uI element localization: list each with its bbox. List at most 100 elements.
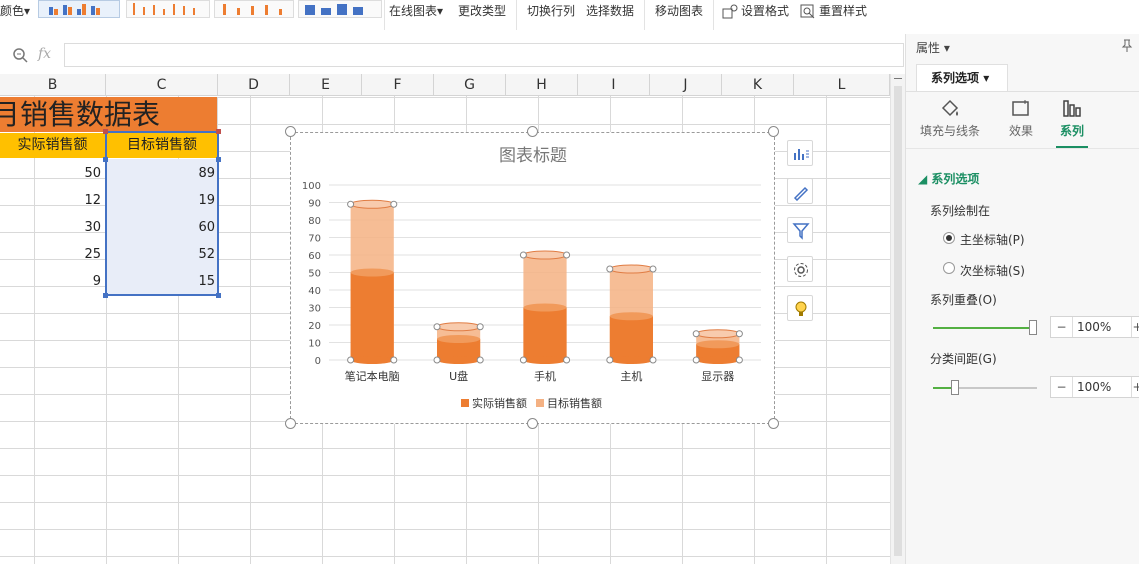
reset-style-button[interactable]: 重置样式 [800,2,867,20]
header-actual-sales[interactable]: 实际销售额 [0,133,105,158]
properties-panel: 属性 ▾ 系列选项 ▾ 填充与线条 效果 系列 ◢ 系列选项 系列绘制在 主坐标… [905,34,1139,564]
chart-filter-button[interactable] [787,217,813,243]
chart-settings-button[interactable] [787,256,813,282]
column-header[interactable]: F [362,74,434,96]
tab-effects[interactable]: 效果 [998,98,1044,139]
series-options-section[interactable]: ◢ 系列选项 [918,170,979,187]
online-chart-button[interactable]: 在线图表▾ [389,2,443,20]
overlap-decrement-button[interactable]: − [1051,317,1073,337]
resize-handle[interactable] [285,126,296,137]
resize-handle[interactable] [285,418,296,429]
secondary-axis-label[interactable]: 次坐标轴(S) [960,262,1025,279]
tab-series[interactable]: 系列 [1052,98,1092,139]
x-category-label: 显示器 [701,370,734,383]
actual-bar-top [696,340,740,349]
actual-sales-cell[interactable]: 30 [0,214,103,241]
target-sales-cell[interactable]: 52 [107,241,217,268]
chart-elements-icon [794,149,809,160]
overlap-spinner[interactable]: − 100% + [1050,316,1139,338]
actual-bar [350,272,394,360]
y-tick-label: 30 [308,304,321,315]
chart-style-thumb-2[interactable] [126,0,210,18]
gap-width-value[interactable]: 100% [1077,377,1111,397]
fx-label[interactable]: fx [38,46,51,62]
primary-axis-radio[interactable] [943,232,955,244]
format-icon [722,4,738,18]
table-title: 月销售数据表 [0,98,161,131]
overlap-slider[interactable] [933,320,1037,335]
chart-style-thumb-4[interactable] [298,0,382,18]
panel-divider [906,91,1139,92]
series-handle [433,356,441,364]
move-chart-button[interactable]: 移动图表 [655,2,703,20]
series-options-tab[interactable]: 系列选项 ▾ [916,64,1008,91]
column-header[interactable]: J [650,74,722,96]
chart-area[interactable]: 图表标题 0 10 20 30 40 50 60 70 80 90 100 笔记本电脑 U盘 手机 主机 显示器… [290,132,775,424]
target-sales-cell[interactable]: 15 [107,268,217,295]
actual-sales-cell[interactable]: 25 [0,241,103,268]
overlap-slider-knob[interactable] [1029,320,1037,335]
resize-handle[interactable] [527,418,538,429]
pin-icon[interactable] [1120,39,1134,53]
x-category-label: 笔记本电脑 [345,369,400,383]
series-handle [390,356,398,364]
online-chart-label: 在线图表 [389,4,438,18]
y-tick-label: 0 [315,356,321,367]
actual-sales-cell[interactable]: 12 [0,187,103,214]
column-header[interactable]: K [722,74,794,96]
secondary-axis-radio[interactable] [943,262,955,274]
primary-axis-label[interactable]: 主坐标轴(P) [960,231,1025,248]
gap-width-decrement-button[interactable]: − [1051,377,1073,397]
select-data-button[interactable]: 选择数据 [586,2,634,20]
formula-input[interactable] [64,43,904,67]
resize-handle[interactable] [768,418,779,429]
column-header[interactable]: G [434,74,506,96]
switch-row-col-button[interactable]: 切换行列 [527,2,575,20]
actual-bar-top [609,312,653,321]
color-dropdown[interactable]: 颜色▾ [0,2,30,20]
column-header[interactable]: I [578,74,650,96]
series-handle [347,200,355,208]
chart-style-thumb-3[interactable] [214,0,294,18]
y-tick-label: 80 [308,216,321,227]
chart-elements-button[interactable] [787,140,813,166]
column-header[interactable]: E [290,74,362,96]
gap-width-spinner[interactable]: − 100% + [1050,376,1139,398]
change-type-button[interactable]: 更改类型 [458,2,506,20]
column-header[interactable]: B [0,74,106,96]
cylinder-chart[interactable]: 图表标题 0 10 20 30 40 50 60 70 80 90 100 笔记本电脑 U盘 手机 主机 显示器… [291,133,776,425]
actual-sales-cell[interactable]: 50 [0,160,103,187]
vertical-scrollbar[interactable] [890,74,905,564]
target-sales-cell[interactable]: 60 [107,214,217,241]
column-header[interactable]: H [506,74,578,96]
bar-base [350,356,394,364]
target-sales-cell[interactable]: 19 [107,187,217,214]
actual-sales-cell[interactable]: 9 [0,268,103,295]
resize-handle[interactable] [527,126,538,137]
set-format-button[interactable]: 设置格式 [722,2,789,20]
range-handle[interactable] [216,129,221,134]
target-sales-cell[interactable]: 89 [107,160,217,187]
target-bar-top [350,199,395,209]
actual-bar [609,316,653,360]
chart-idea-button[interactable] [787,295,813,321]
column-header[interactable]: L [794,74,890,96]
resize-handle[interactable] [768,126,779,137]
panel-title[interactable]: 属性 ▾ [916,39,950,56]
chart-style-button[interactable] [787,178,813,204]
reset-style-icon [800,4,815,18]
gap-width-slider[interactable] [933,380,1037,395]
column-header[interactable]: C [106,74,218,96]
table-title-cell[interactable]: 月销售数据表 [0,97,218,132]
overlap-increment-button[interactable]: + [1131,317,1139,337]
gap-width-slider-knob[interactable] [951,380,959,395]
toolbar-divider [644,0,645,30]
gap-width-increment-button[interactable]: + [1131,377,1139,397]
series-options-tab-label: 系列选项 [931,71,980,85]
overlap-value[interactable]: 100% [1077,317,1111,337]
column-header[interactable]: D [218,74,290,96]
range-handle[interactable] [103,129,108,134]
chart-style-thumb-1[interactable] [38,0,120,18]
zoom-icon[interactable] [12,47,28,63]
tab-fill-line[interactable]: 填充与线条 [918,98,982,139]
